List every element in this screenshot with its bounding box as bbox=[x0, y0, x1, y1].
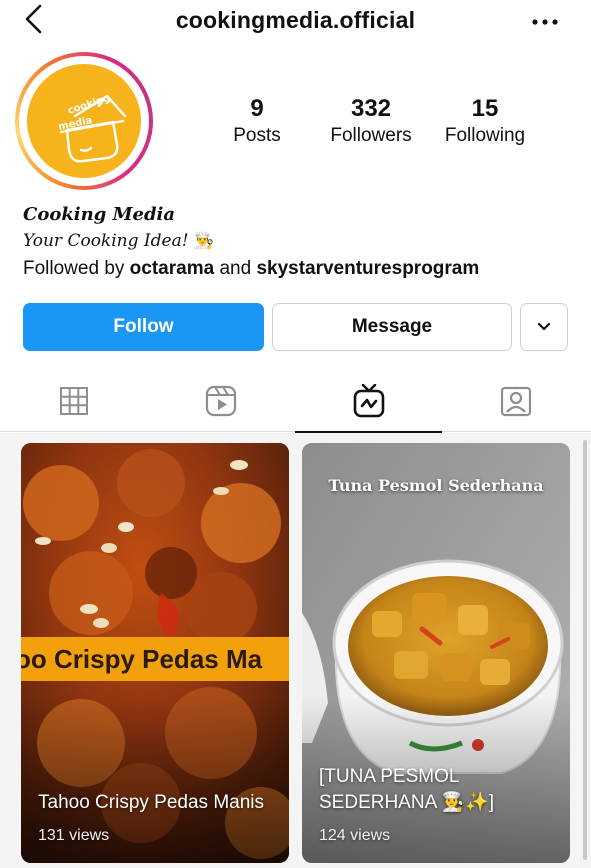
tab-igtv[interactable] bbox=[295, 370, 442, 433]
video-title: Tahoo Crispy Pedas Manis bbox=[38, 792, 264, 813]
followers-label: Followers bbox=[330, 125, 412, 146]
cooking-pot-logo-icon: cooking media bbox=[57, 93, 127, 163]
reels-icon bbox=[205, 385, 236, 417]
chef-emoji: 👨‍🍳 bbox=[193, 231, 214, 250]
followers-stat[interactable]: 332 Followers bbox=[322, 95, 420, 149]
profile-tabs bbox=[0, 370, 591, 433]
follow-button[interactable]: Follow bbox=[23, 303, 264, 351]
chevron-down-icon bbox=[537, 322, 551, 331]
followed-by-user-link[interactable]: octarama bbox=[130, 258, 215, 279]
svg-text:cooking: cooking bbox=[67, 93, 112, 117]
tab-reels[interactable] bbox=[147, 370, 294, 432]
bio: Your Cooking Idea! 👨‍🍳 bbox=[23, 231, 214, 251]
video-card[interactable]: oo Crispy Pedas Ma Tahoo Crispy Pedas Ma… bbox=[21, 443, 289, 863]
posts-stat[interactable]: 9 Posts bbox=[226, 95, 288, 149]
story-ring[interactable]: cooking media bbox=[15, 52, 153, 190]
video-views: 131 views bbox=[38, 827, 110, 844]
grid-icon bbox=[59, 387, 88, 415]
thumbnail-banner: oo Crispy Pedas Ma bbox=[21, 637, 289, 681]
more-options-button[interactable] bbox=[528, 10, 562, 34]
tagged-icon bbox=[500, 386, 531, 417]
posts-count: 9 bbox=[250, 95, 264, 122]
thumbnail-caption: Tuna Pesmol Sederhana bbox=[328, 476, 544, 495]
top-bar: cookingmedia.official bbox=[0, 0, 591, 42]
video-card[interactable]: Tuna Pesmol Sederhana [TUNA PESMOL SEDER… bbox=[302, 443, 570, 863]
following-count: 15 bbox=[471, 95, 499, 122]
profile-username: cookingmedia.official bbox=[175, 7, 416, 33]
message-button[interactable]: Message bbox=[272, 303, 512, 351]
more-horizontal-icon bbox=[532, 19, 558, 25]
followed-by: Followed by octarama and skystarventures… bbox=[23, 258, 480, 279]
suggested-dropdown-button[interactable] bbox=[520, 303, 568, 351]
tab-posts-grid[interactable] bbox=[0, 370, 147, 432]
display-name: Cooking Media bbox=[23, 204, 176, 225]
bio-text: Your Cooking Idea! bbox=[23, 231, 189, 251]
video-views: 124 views bbox=[319, 827, 391, 844]
igtv-video-grid: oo Crispy Pedas Ma Tahoo Crispy Pedas Ma… bbox=[0, 433, 591, 868]
igtv-icon bbox=[353, 384, 384, 418]
tab-tagged[interactable] bbox=[442, 370, 589, 432]
followers-count: 332 bbox=[350, 95, 392, 122]
avatar: cooking media bbox=[27, 64, 141, 178]
posts-label: Posts bbox=[233, 125, 281, 146]
followed-by-user-link[interactable]: skystarventuresprogram bbox=[256, 258, 479, 279]
following-stat[interactable]: 15 Following bbox=[436, 95, 534, 149]
following-label: Following bbox=[444, 125, 526, 146]
video-title: [TUNA PESMOL SEDERHANA 👨‍🍳✨] bbox=[319, 766, 495, 813]
scrollbar[interactable] bbox=[583, 440, 587, 860]
